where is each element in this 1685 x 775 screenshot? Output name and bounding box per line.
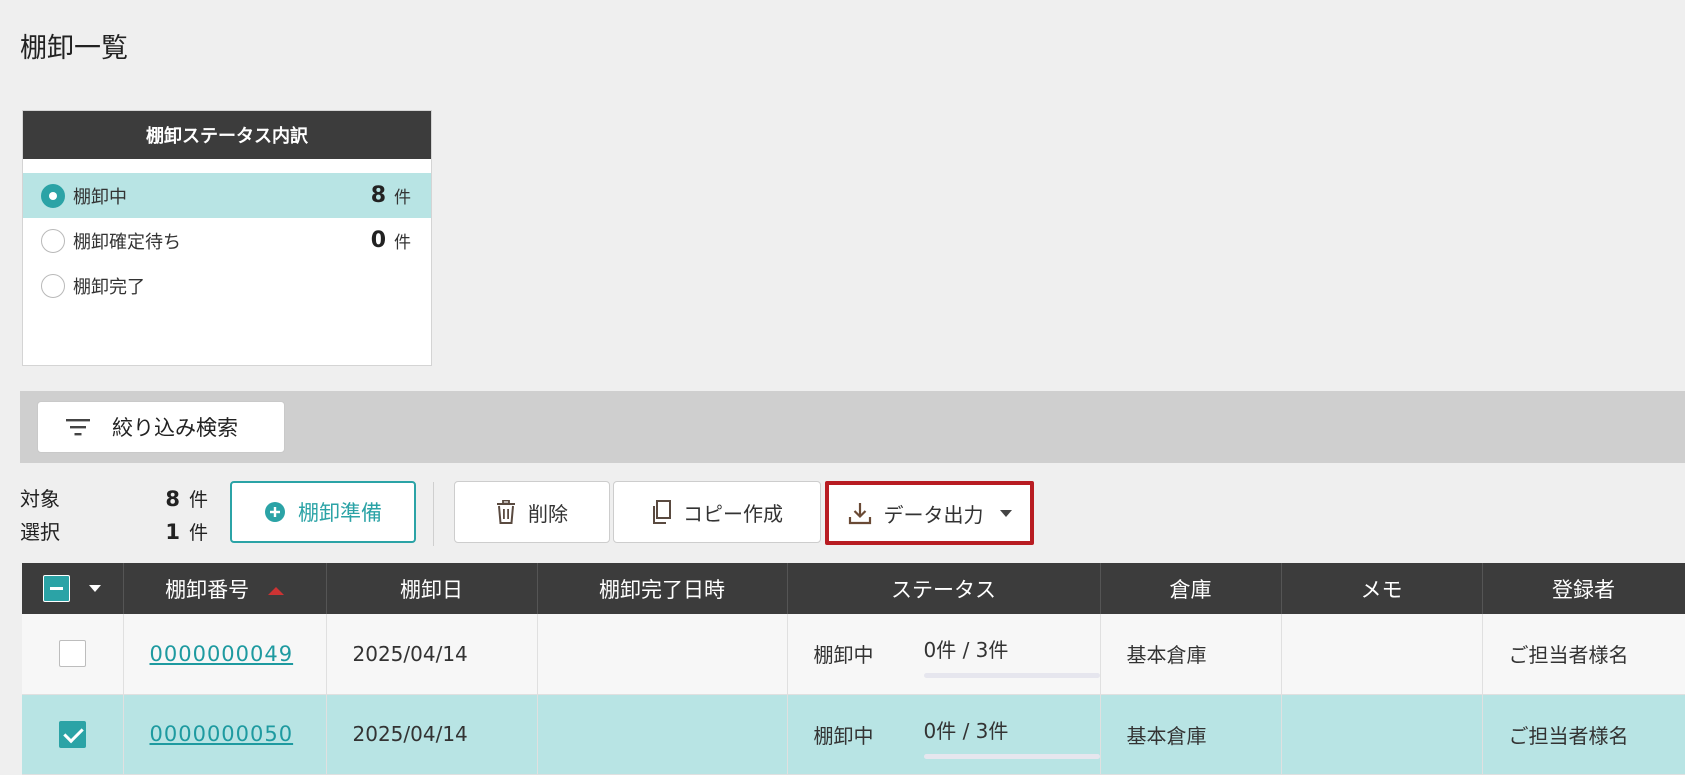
progress-text: 0件 / 3件 xyxy=(923,718,1009,743)
column-header-date[interactable]: 棚卸日 xyxy=(326,563,538,614)
status-option-label: 棚卸完了 xyxy=(73,276,145,298)
inventory-number-link[interactable]: 0000000050 xyxy=(150,722,294,746)
status-option-awaiting-confirmation[interactable]: 棚卸確定待ち 0 件 xyxy=(23,218,431,263)
table-row[interactable]: 0000000050 2025/04/14 棚卸中 0件 / 3件 基本倉庫 ご… xyxy=(22,694,1685,775)
radio-selected-icon[interactable] xyxy=(41,183,65,208)
row-checkbox[interactable] xyxy=(58,720,86,748)
selected-count-value: 1 xyxy=(165,520,180,544)
copy-create-button[interactable]: コピー作成 xyxy=(613,481,821,543)
toolbar-divider xyxy=(433,482,434,546)
status-text: 棚卸中 xyxy=(813,723,874,748)
column-header-registrant[interactable]: 登録者 xyxy=(1482,563,1685,614)
status-option-label: 棚卸確定待ち xyxy=(73,231,181,253)
copy-icon xyxy=(653,500,671,524)
selected-count: 選択 1 件 xyxy=(20,516,210,549)
inventory-number-cell: 0000000049 xyxy=(123,614,327,695)
row-select-cell[interactable] xyxy=(22,614,124,695)
filter-search-label: 絞り込み検索 xyxy=(112,416,238,440)
progress: 0件 / 3件 xyxy=(923,715,1100,759)
status-breakdown-panel: 棚卸ステータス内訳 棚卸中 8 件 棚卸確定待ち 0 件 棚卸完了 xyxy=(22,110,432,366)
inventory-number-link[interactable]: 0000000049 xyxy=(150,642,294,666)
table-header-row: 棚卸番号 棚卸日 棚卸完了日時 ステータス 倉庫 メモ 登録者 xyxy=(22,563,1685,614)
status-cell: 棚卸中 0件 / 3件 xyxy=(787,614,1101,695)
status-cell: 棚卸中 0件 / 3件 xyxy=(787,694,1101,775)
status-option-label: 棚卸中 xyxy=(73,186,127,208)
completed-at-cell xyxy=(537,694,788,775)
copy-create-label: コピー作成 xyxy=(683,501,783,526)
prepare-inventory-label: 棚卸準備 xyxy=(298,501,382,525)
status-option-unit: 件 xyxy=(394,188,411,208)
progress: 0件 / 3件 xyxy=(923,634,1100,678)
inventory-table: 棚卸番号 棚卸日 棚卸完了日時 ステータス 倉庫 メモ 登録者 00000000… xyxy=(22,563,1685,775)
status-option-completed[interactable]: 棚卸完了 xyxy=(23,263,431,308)
column-header-memo[interactable]: メモ xyxy=(1281,563,1483,614)
select-all-checkbox[interactable] xyxy=(43,575,71,602)
memo-cell xyxy=(1281,694,1483,775)
column-header-number-label: 棚卸番号 xyxy=(165,577,250,602)
chevron-down-icon[interactable] xyxy=(89,585,102,592)
data-export-button[interactable]: データ出力 xyxy=(825,481,1034,545)
filter-search-button[interactable]: 絞り込み検索 xyxy=(37,401,285,453)
delete-label: 削除 xyxy=(528,501,568,526)
filter-icon xyxy=(66,419,90,436)
registrant-cell: ご担当者様名 xyxy=(1482,614,1685,695)
registrant-cell: ご担当者様名 xyxy=(1482,694,1685,775)
status-option-count: 0 xyxy=(370,228,386,253)
warehouse-cell: 基本倉庫 xyxy=(1100,694,1282,775)
status-option-unit: 件 xyxy=(394,233,411,253)
status-option-in-progress[interactable]: 棚卸中 8 件 xyxy=(23,173,431,218)
status-panel-header: 棚卸ステータス内訳 xyxy=(23,111,431,159)
status-list: 棚卸中 8 件 棚卸確定待ち 0 件 棚卸完了 xyxy=(23,173,431,308)
sort-ascending-icon[interactable] xyxy=(267,586,284,595)
inventory-date-cell: 2025/04/14 xyxy=(326,614,538,695)
memo-cell xyxy=(1281,614,1483,695)
selected-count-unit: 件 xyxy=(189,522,209,544)
delete-button[interactable]: 削除 xyxy=(454,481,610,543)
target-count-unit: 件 xyxy=(189,489,209,511)
filter-bar: 絞り込み検索 xyxy=(20,391,1685,463)
chevron-down-icon xyxy=(999,509,1012,517)
row-select-cell[interactable] xyxy=(22,694,124,775)
progress-bar xyxy=(923,753,1100,759)
inventory-number-cell: 0000000050 xyxy=(123,694,327,775)
download-icon xyxy=(848,503,871,525)
row-checkbox[interactable] xyxy=(58,640,86,668)
page-title: 棚卸一覧 xyxy=(20,33,128,64)
status-text: 棚卸中 xyxy=(813,643,874,668)
progress-bar xyxy=(923,673,1100,678)
trash-icon xyxy=(497,500,515,524)
radio-icon[interactable] xyxy=(41,228,65,253)
prepare-inventory-button[interactable]: 棚卸準備 xyxy=(230,481,416,543)
progress-text: 0件 / 3件 xyxy=(923,638,1009,662)
completed-at-cell xyxy=(537,614,788,695)
record-counts: 対象 8 件 選択 1 件 xyxy=(20,483,210,549)
column-header-warehouse[interactable]: 倉庫 xyxy=(1100,563,1282,614)
data-export-label: データ出力 xyxy=(883,502,984,527)
warehouse-cell: 基本倉庫 xyxy=(1100,614,1282,695)
column-header-number[interactable]: 棚卸番号 xyxy=(123,563,327,614)
plus-circle-icon xyxy=(265,502,285,522)
table-row[interactable]: 0000000049 2025/04/14 棚卸中 0件 / 3件 基本倉庫 ご… xyxy=(22,614,1685,695)
status-option-count: 8 xyxy=(370,183,386,208)
target-count-label: 対象 xyxy=(20,487,60,511)
selected-count-label: 選択 xyxy=(20,520,60,544)
inventory-date-cell: 2025/04/14 xyxy=(326,694,538,775)
target-count-value: 8 xyxy=(165,487,180,511)
radio-icon[interactable] xyxy=(41,273,65,298)
column-header-completed-at[interactable]: 棚卸完了日時 xyxy=(537,563,788,614)
select-all-header[interactable] xyxy=(22,563,124,614)
target-count: 対象 8 件 xyxy=(20,483,210,516)
column-header-status[interactable]: ステータス xyxy=(787,563,1101,614)
